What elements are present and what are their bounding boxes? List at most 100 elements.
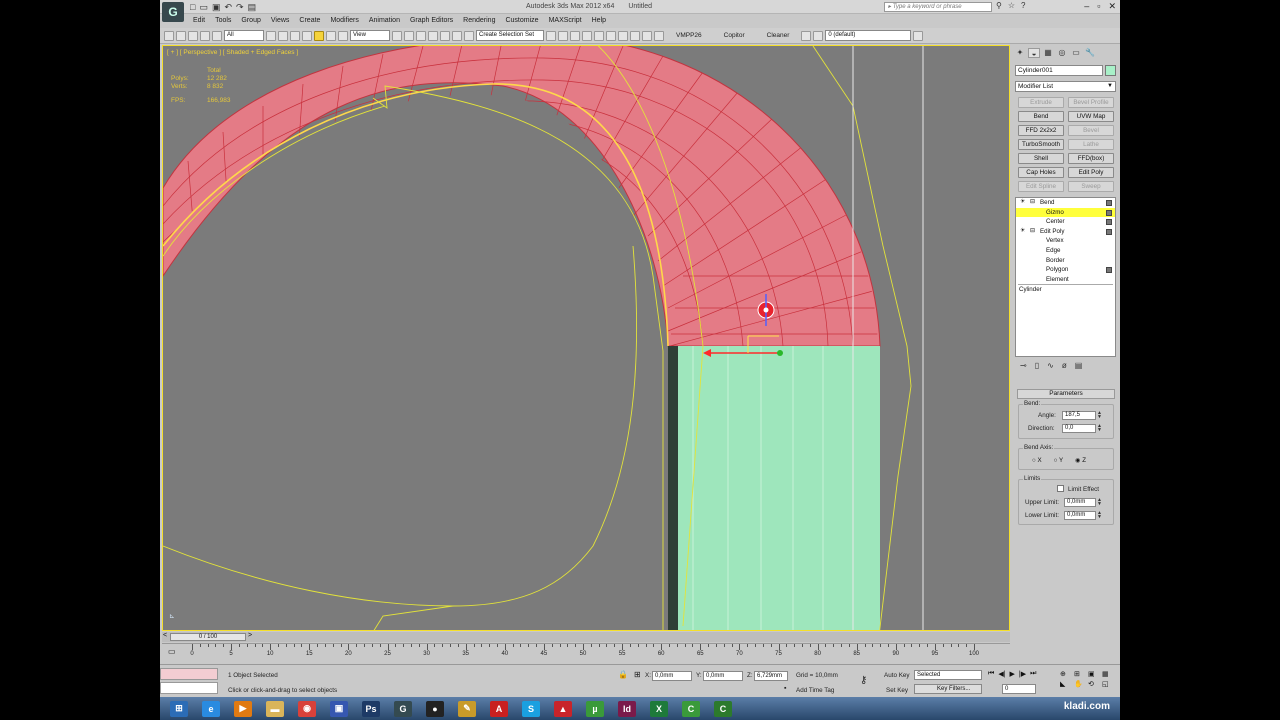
selection-filter-dropdown[interactable]: All	[224, 30, 264, 41]
layer-options-button[interactable]	[913, 30, 924, 41]
close-icon[interactable]: ✕	[1108, 1, 1116, 12]
z-coordinate-field[interactable]: 6,729mm	[754, 671, 788, 681]
angle-spinner[interactable]: 187,5	[1062, 411, 1096, 420]
windows-start-icon[interactable]: ⊞	[166, 699, 192, 719]
open-file-icon[interactable]: ▭	[199, 2, 208, 13]
select-object-button[interactable]	[266, 30, 276, 41]
transform-mode-icon[interactable]: ⊞	[634, 670, 641, 679]
create-tab-icon[interactable]: ✦	[1014, 48, 1026, 58]
modifier-button-sweep[interactable]: Sweep	[1068, 181, 1114, 192]
plugin-button-cleaner[interactable]: Cleaner	[767, 32, 790, 39]
redo-button[interactable]	[176, 30, 186, 41]
acrobat-icon[interactable]: A	[486, 699, 512, 719]
select-by-name-button[interactable]	[278, 30, 288, 41]
zoom-extents-icon[interactable]: ▣	[1088, 670, 1100, 678]
layer-add-button[interactable]	[813, 30, 824, 41]
snap-toggle-button[interactable]	[428, 30, 438, 41]
stack-item-gizmo[interactable]: Gizmo	[1016, 207, 1115, 218]
menu-maxscript[interactable]: MAXScript	[549, 17, 582, 24]
on-off-toggle-icon[interactable]	[1106, 209, 1112, 216]
rendered-frame-button[interactable]	[642, 30, 652, 41]
excel-icon[interactable]: X	[646, 699, 672, 719]
camtasia-recorder-icon[interactable]: C	[710, 699, 736, 719]
spinner-snap-button[interactable]	[464, 30, 474, 41]
chrome-icon[interactable]: ◉	[294, 699, 320, 719]
unlink-button[interactable]	[200, 30, 210, 41]
upper-limit-arrows-icon[interactable]: ▲ ▼	[1097, 498, 1103, 507]
zoom-all-icon[interactable]: ⊞	[1074, 670, 1086, 678]
project-folder-icon[interactable]: ▤	[248, 2, 257, 13]
search-input[interactable]: ▸ Type a keyword or phrase	[884, 2, 992, 12]
direction-spinner[interactable]: 0,0	[1062, 424, 1096, 433]
zoom-icon[interactable]: ⊕	[1060, 670, 1072, 678]
stack-item-edge[interactable]: Edge	[1016, 246, 1115, 256]
help-icon[interactable]: ?	[1021, 1, 1025, 10]
save-file-icon[interactable]: ▣	[212, 2, 221, 13]
on-off-toggle-icon[interactable]	[1106, 219, 1112, 226]
internet-explorer-icon[interactable]: e	[198, 699, 224, 719]
menu-customize[interactable]: Customize	[505, 17, 538, 24]
stack-item-cylinder[interactable]: Cylinder	[1016, 285, 1115, 295]
modifier-button-ffd-box-[interactable]: FFD(box)	[1068, 153, 1114, 164]
media-player-icon[interactable]: ▶	[230, 699, 256, 719]
collapse-icon[interactable]: ⊟	[1030, 227, 1035, 237]
parameters-rollout-header[interactable]: Parameters	[1017, 389, 1115, 399]
stack-item-polygon[interactable]: Polygon	[1016, 265, 1115, 275]
on-off-toggle-icon[interactable]	[1106, 228, 1112, 235]
play-icon[interactable]: ▶	[1010, 670, 1015, 678]
photoshop-icon[interactable]: Ps	[358, 699, 384, 719]
layer-tool-button[interactable]	[801, 30, 812, 41]
mirror-button[interactable]	[546, 30, 556, 41]
align-button[interactable]	[558, 30, 568, 41]
on-off-toggle-icon[interactable]	[1106, 200, 1112, 206]
modifier-button-shell[interactable]: Shell	[1018, 153, 1064, 164]
reference-coord-dropdown[interactable]: View	[350, 30, 390, 41]
previous-frame-icon[interactable]: ◀|	[998, 670, 1005, 678]
stack-item-vertex[interactable]: Vertex	[1016, 236, 1115, 246]
stack-item-edit-poly[interactable]: ☀ ⊟ Edit Poly	[1016, 227, 1115, 237]
menu-group[interactable]: Group	[241, 17, 260, 24]
track-bar[interactable]: ▭ 0 5 10 15 20 25 30 35 40 45 50 55 60 65 70 75 80 85 90 95…	[162, 643, 1010, 661]
modify-tab-icon[interactable]: ◒	[1028, 48, 1040, 58]
scale-tool-button[interactable]	[338, 30, 348, 41]
maximize-icon[interactable]: ▫	[1097, 1, 1100, 12]
graphite-tools-button[interactable]	[582, 30, 592, 41]
pan-icon[interactable]: ✋	[1074, 680, 1086, 688]
modifier-button-bevel[interactable]: Bevel	[1068, 125, 1114, 136]
bend-axis-radio-x[interactable]: ○ X	[1032, 457, 1042, 464]
menu-views[interactable]: Views	[271, 17, 290, 24]
display-tab-icon[interactable]: ▭	[1070, 48, 1082, 58]
lock-selection-icon[interactable]: 🔒	[618, 670, 628, 679]
folder-icon[interactable]: ▬	[262, 699, 288, 719]
angle-spinner-arrows-icon[interactable]: ▲ ▼	[1097, 411, 1103, 420]
current-frame-field[interactable]: 0	[1002, 684, 1036, 694]
app-logo[interactable]: G	[162, 2, 184, 22]
layer-dropdown[interactable]: 0 (default)	[825, 30, 912, 41]
binoculars-icon[interactable]: ⚲	[996, 1, 1002, 10]
utilities-tab-icon[interactable]: 🔧	[1084, 48, 1096, 58]
auto-key-button[interactable]: Auto Key	[884, 672, 910, 679]
hierarchy-tab-icon[interactable]: ▦	[1042, 48, 1054, 58]
autocad-icon[interactable]: ▲	[550, 699, 576, 719]
save-disk-icon[interactable]: ▣	[326, 699, 352, 719]
modifier-button-bend[interactable]: Bend	[1018, 111, 1064, 122]
new-file-icon[interactable]: □	[190, 2, 195, 13]
stack-item-center[interactable]: Center	[1016, 217, 1115, 227]
menu-create[interactable]: Create	[299, 17, 320, 24]
object-color-swatch[interactable]	[1105, 65, 1116, 76]
lower-limit-arrows-icon[interactable]: ▲ ▼	[1097, 511, 1103, 520]
lightbulb-icon[interactable]: ☀	[1020, 227, 1025, 237]
angle-snap-button[interactable]	[440, 30, 450, 41]
stack-item-element[interactable]: Element	[1016, 275, 1115, 285]
lightbulb-icon[interactable]: ☀	[1020, 198, 1025, 208]
modifier-button-ffd-2x2x2[interactable]: FFD 2x2x2	[1018, 125, 1064, 136]
add-time-tag-button[interactable]: Add Time Tag	[796, 687, 834, 694]
modifier-button-bevel-profile[interactable]: Bevel Profile	[1068, 97, 1114, 108]
pivot-center-button[interactable]	[392, 30, 402, 41]
stack-item-bend[interactable]: ☀ ⊟ Bend	[1016, 198, 1115, 208]
mini-curve-editor-icon[interactable]: ▭	[168, 647, 176, 656]
render-setup-button[interactable]	[630, 30, 640, 41]
modifier-button-lathe[interactable]: Lathe	[1068, 139, 1114, 150]
bend-axis-radio-z[interactable]: ◉ Z	[1075, 457, 1086, 464]
menu-modifiers[interactable]: Modifiers	[330, 17, 358, 24]
